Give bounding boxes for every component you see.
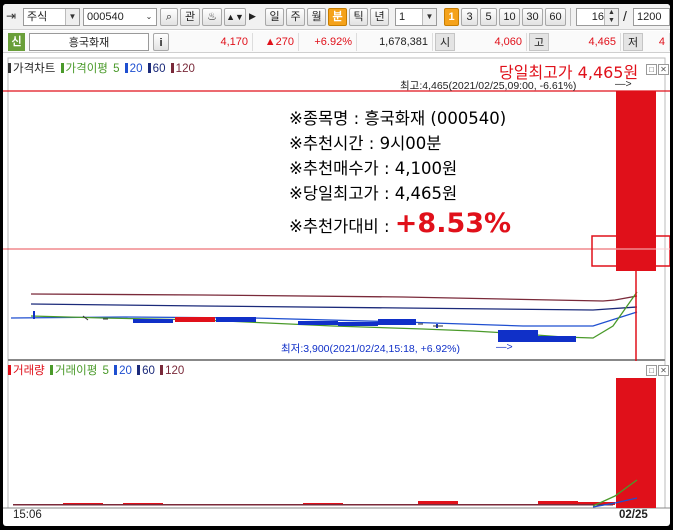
price-ma-60[interactable]: 60 bbox=[153, 63, 166, 75]
panel-close-icon[interactable]: ✕ bbox=[658, 365, 669, 376]
annotation-gain: ※추천가대비 : +8.53% bbox=[289, 208, 511, 239]
ma-marker bbox=[114, 365, 118, 375]
price-panel-title[interactable]: 가격차트 bbox=[13, 63, 55, 75]
price-candle bbox=[33, 311, 35, 319]
annotation-day-high: ※당일최고가 : 4,465원 bbox=[289, 184, 458, 203]
volume-ma-60[interactable]: 60 bbox=[142, 365, 155, 377]
ma-marker bbox=[147, 63, 151, 73]
price-candle bbox=[298, 321, 338, 325]
annotation-rec-price: ※추천매수가 : 4,100원 bbox=[289, 159, 458, 178]
panel-settings-icon[interactable]: □ bbox=[646, 64, 657, 75]
volume-panel-title[interactable]: 거래량 bbox=[13, 365, 45, 377]
ma-marker bbox=[49, 365, 53, 375]
high-price-marker: 최고:4,465(2021/02/25,09:00, -6.61%) bbox=[400, 80, 577, 92]
volume-ma-20[interactable]: 20 bbox=[119, 365, 132, 377]
annotation-rec-time: ※추천시간 : 9시00분 bbox=[289, 134, 442, 153]
low-marker-arrow: —> bbox=[496, 341, 513, 353]
panel-marker bbox=[8, 63, 11, 73]
ma-marker bbox=[137, 365, 141, 375]
volume-bar bbox=[616, 378, 656, 508]
price-candle bbox=[216, 317, 256, 322]
high-marker-arrow: —> bbox=[615, 78, 632, 90]
price-candle bbox=[175, 317, 215, 322]
price-candle bbox=[378, 319, 416, 325]
ma-marker bbox=[170, 63, 174, 73]
ma60-line bbox=[30, 303, 638, 311]
price-candle bbox=[338, 322, 378, 326]
panel-close-icon[interactable]: ✕ bbox=[658, 64, 669, 75]
xaxis-left-label: 15:06 bbox=[13, 509, 42, 521]
volume-ma-5[interactable]: 5 bbox=[102, 365, 108, 377]
price-panel-header: 가격차트 가격이평 5 20 60 120 bbox=[8, 61, 197, 77]
volume-panel-frame bbox=[7, 359, 666, 509]
ma-marker bbox=[160, 365, 164, 375]
xaxis-right-label: 02/25 bbox=[619, 509, 648, 521]
price-ma-label[interactable]: 가격이평 bbox=[66, 63, 108, 75]
panel-settings-icon[interactable]: □ bbox=[646, 365, 657, 376]
price-candle bbox=[616, 91, 656, 271]
annotation-stock-name: ※종목명 : 흥국화재 (000540) bbox=[289, 109, 507, 128]
ma-marker bbox=[124, 63, 128, 73]
price-candle bbox=[133, 319, 173, 323]
annotation-gain-label: ※추천가대비 : bbox=[289, 217, 395, 236]
panel-marker bbox=[8, 365, 11, 375]
price-ma-120[interactable]: 120 bbox=[176, 63, 195, 75]
ma120-line bbox=[30, 293, 638, 302]
volume-ma-label[interactable]: 거래이평 bbox=[55, 365, 97, 377]
price-candle bbox=[538, 336, 576, 342]
low-price-marker: 최저:3,900(2021/02/24,15:18, +6.92%) bbox=[281, 343, 460, 355]
price-ma-5[interactable]: 5 bbox=[113, 63, 119, 75]
ma5-line bbox=[30, 291, 638, 339]
annotation-gain-value: +8.53% bbox=[394, 208, 512, 239]
volume-panel-header: 거래량 거래이평 5 20 60 120 bbox=[8, 363, 186, 379]
ma-marker bbox=[60, 63, 64, 73]
chart-window: ⇥ 주식 ▼ 000540 ⌄ ⌕ 관 ♨ ▲▼ ▶ 일 주 월 분 틱 년 1… bbox=[3, 4, 670, 526]
volume-ma-120[interactable]: 120 bbox=[165, 365, 184, 377]
volume-ma-line bbox=[13, 504, 613, 506]
price-ma-20[interactable]: 20 bbox=[130, 63, 143, 75]
